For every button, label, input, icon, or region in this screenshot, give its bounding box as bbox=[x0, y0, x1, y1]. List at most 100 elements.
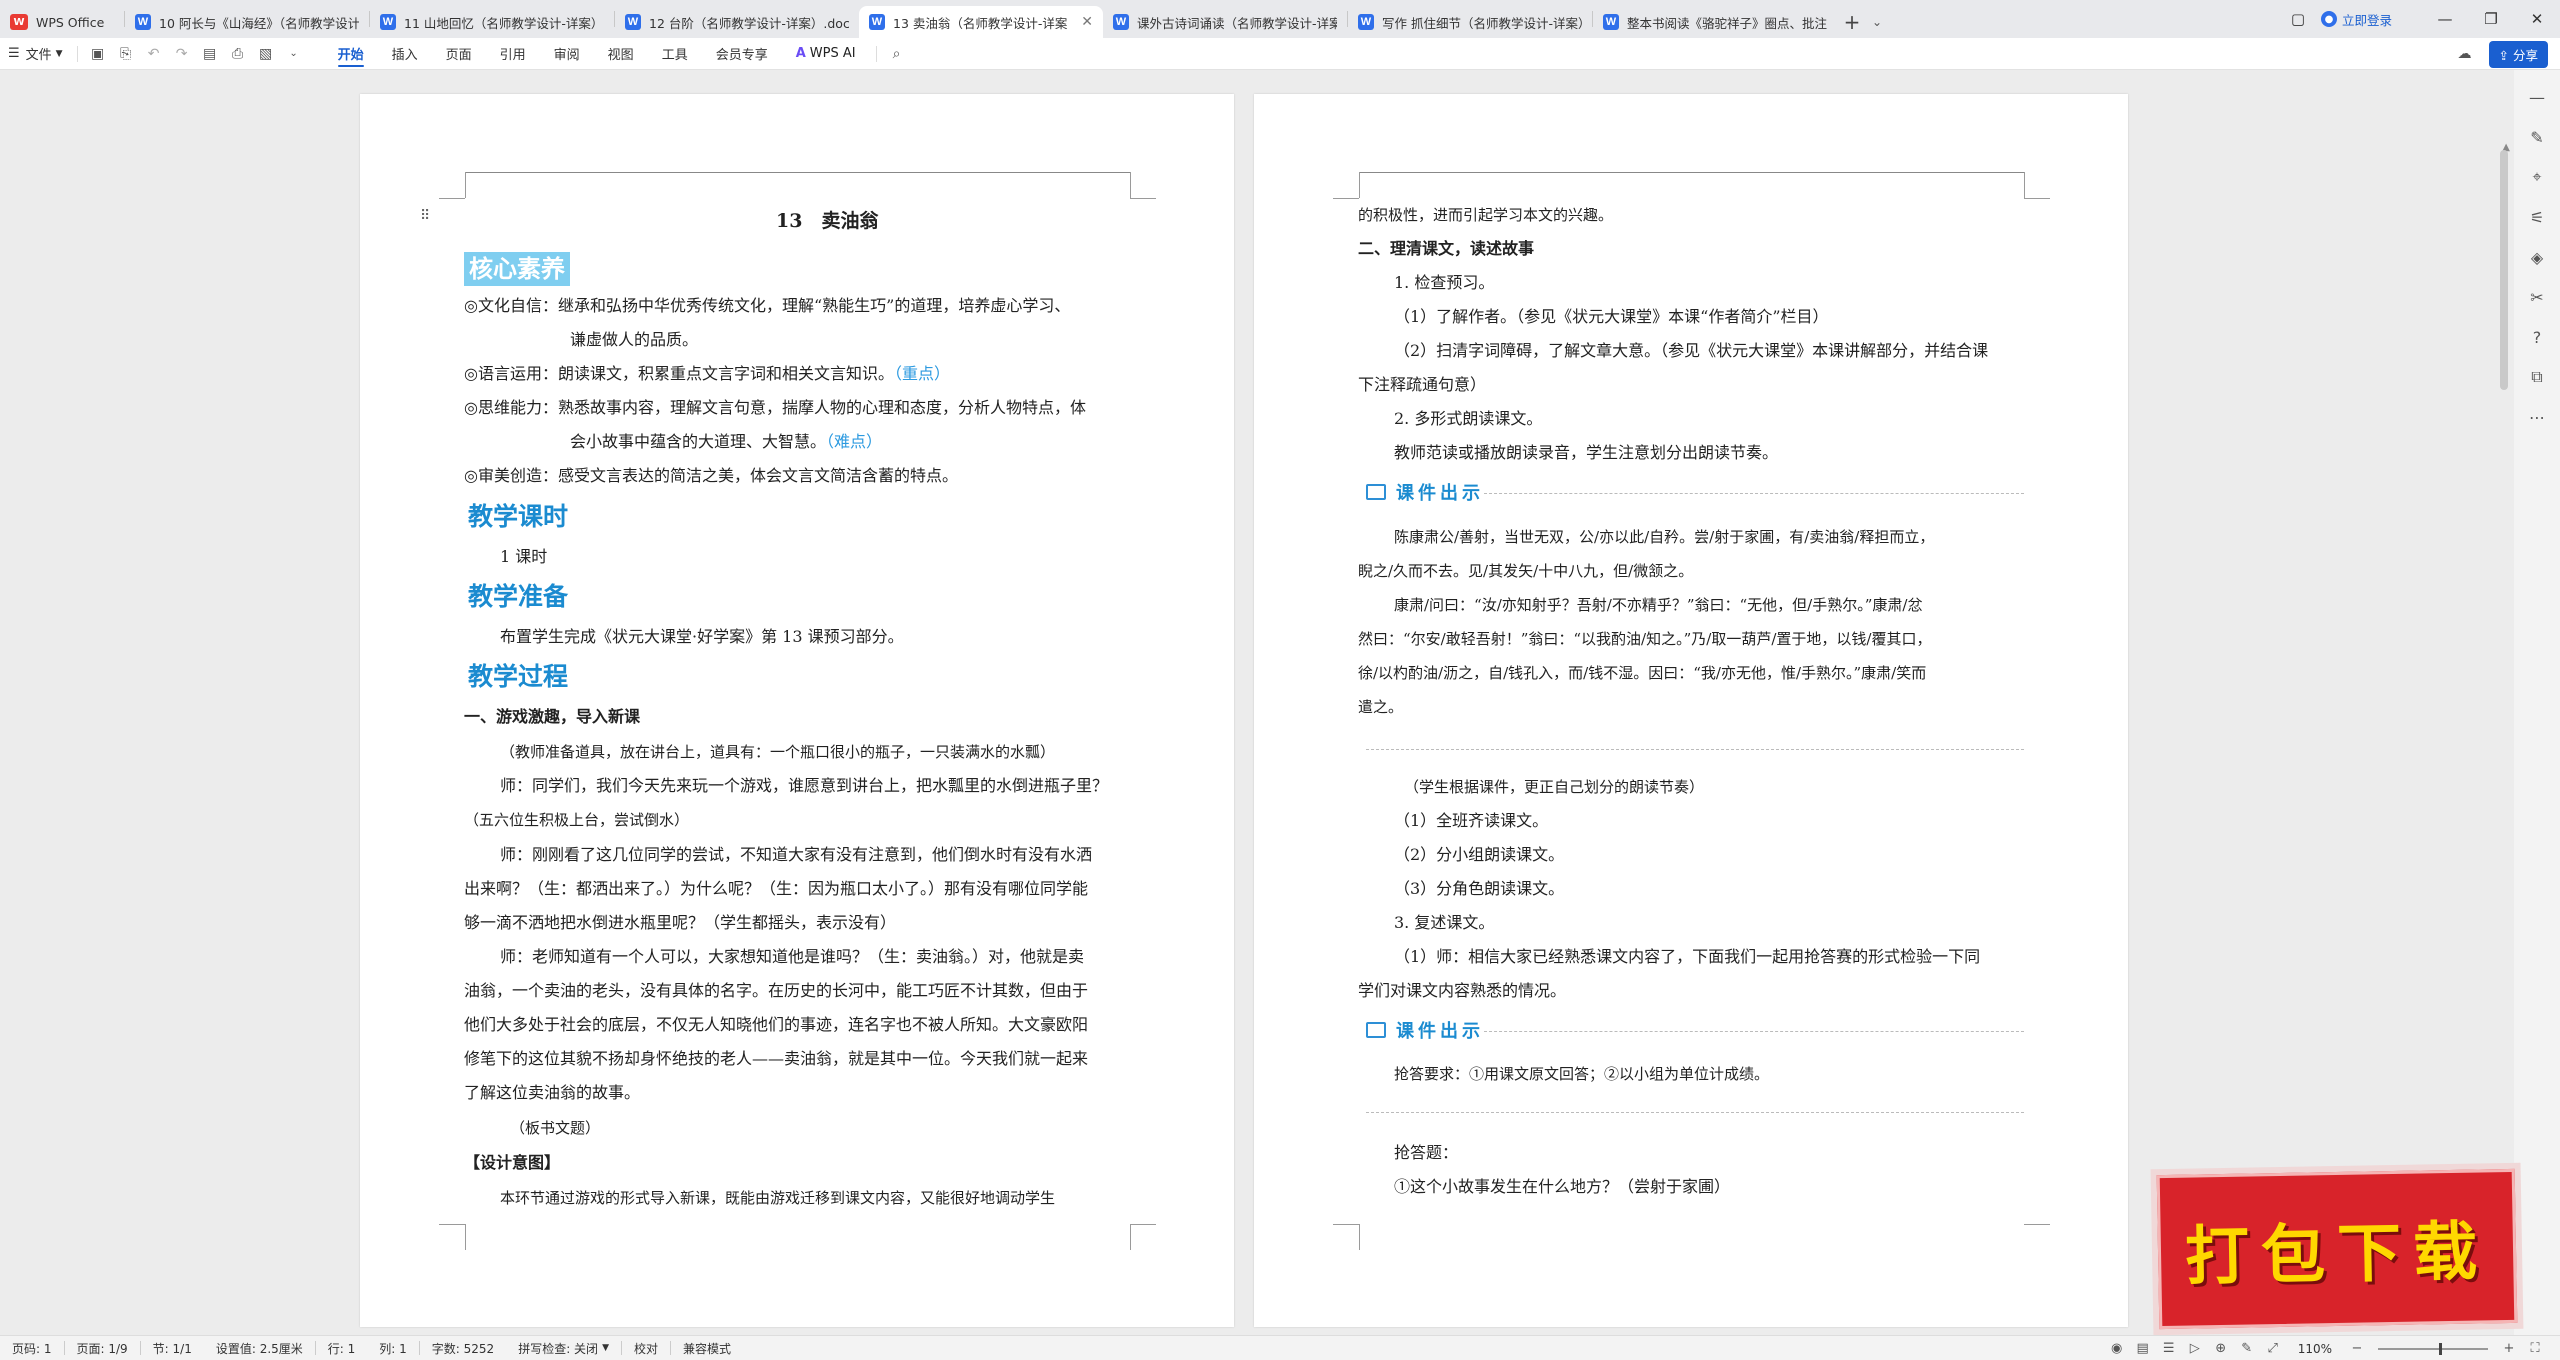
step-1-title: 一、游戏激趣，导入新课 bbox=[464, 707, 641, 726]
wps-ai-button[interactable]: A WPS AI bbox=[782, 46, 870, 61]
paragraph-4e: 了解这位卖油翁的故事。 bbox=[464, 1083, 641, 1102]
download-badge[interactable]: 打包下载 bbox=[2156, 1168, 2518, 1330]
share-button[interactable]: ⇪ 分享 bbox=[2488, 40, 2548, 68]
menu-tab-4[interactable]: 审阅 bbox=[540, 38, 594, 70]
quiz-rules: 抢答要求：①用课文原文回答；②以小组为单位计成绩。 bbox=[1394, 1065, 1770, 1083]
wps-ai-icon: A bbox=[795, 46, 806, 61]
outline-view-icon[interactable]: ☰ bbox=[2156, 1341, 2182, 1356]
write-mode-icon[interactable]: ✎ bbox=[2234, 1341, 2260, 1356]
status-compat-mode: 兼容模式 bbox=[683, 1341, 732, 1356]
format-painter-icon[interactable]: ⎘ bbox=[112, 38, 140, 70]
cloud-sync-icon[interactable]: ☁ bbox=[2451, 38, 2479, 70]
undo-icon[interactable]: ↶ bbox=[140, 38, 168, 70]
redo-icon[interactable]: ↷ bbox=[168, 38, 196, 70]
adjust-icon[interactable]: ⚟ bbox=[2522, 202, 2552, 232]
zoom-in-icon[interactable]: + bbox=[2496, 1341, 2522, 1356]
status-row[interactable]: 行: 1 bbox=[316, 1340, 368, 1357]
status-col[interactable]: 列: 1 bbox=[367, 1340, 419, 1357]
document-page-2[interactable]: 的积极性，进而引起学习本文的兴趣。 二、理清课文，读述故事 1. 检查预习。 （… bbox=[1254, 94, 2128, 1327]
menu-tab-7[interactable]: 会员专享 bbox=[702, 38, 782, 70]
w-doc-icon: W bbox=[380, 14, 396, 30]
close-tab-icon[interactable]: ✕ bbox=[1081, 14, 1093, 30]
zoom-slider-knob[interactable] bbox=[2438, 1342, 2442, 1355]
file-menu[interactable]: ☰ 文件 ▼ bbox=[0, 38, 71, 70]
login-button[interactable]: ● 立即登录 bbox=[2320, 10, 2392, 29]
paragraph-r12a: （1）师：相信大家已经熟悉课文内容了，下面我们一起用抢答赛的形式检验一下同 bbox=[1394, 947, 1981, 966]
vertical-scrollbar[interactable] bbox=[2500, 150, 2508, 390]
status-page[interactable]: 页面: 1/9 bbox=[65, 1340, 140, 1357]
search-icon[interactable]: ⌕ bbox=[883, 38, 911, 70]
paragraph-r3: （1）了解作者。（参见《状元大课堂》本课“作者简介”栏目） bbox=[1394, 307, 1829, 326]
margin-corner bbox=[465, 172, 466, 198]
tab-6[interactable]: W 写作 抓住细节（名师教学设计-详案） bbox=[1348, 6, 1592, 38]
layout-icon[interactable]: ▢ bbox=[2275, 0, 2321, 38]
menu-tab-3[interactable]: 引用 bbox=[486, 38, 540, 70]
document-canvas[interactable]: 13 卖油翁 核心素养 ◎文化自信：继承和弘扬中华优秀传统文化，理解“熟能生巧”… bbox=[0, 70, 2560, 1335]
minimize-icon[interactable]: — bbox=[2422, 0, 2468, 38]
drag-handle-icon[interactable]: ⠿ bbox=[420, 208, 430, 224]
read-mode-icon[interactable]: ▷ bbox=[2182, 1341, 2208, 1356]
tab-4[interactable]: W 13 卖油翁（名师教学设计-详案 ✕ bbox=[859, 6, 1103, 38]
user-avatar-icon: ● bbox=[2320, 11, 2337, 27]
tab-label: 11 山地回忆（名师教学设计-详案）.d bbox=[404, 15, 604, 31]
status-page-code[interactable]: 页码: 1 bbox=[0, 1340, 64, 1357]
tab-list-chevron-icon[interactable]: ⌄ bbox=[1867, 6, 1887, 38]
paragraph-r11: 3. 复述课文。 bbox=[1394, 913, 1495, 932]
web-view-icon[interactable]: ⊕ bbox=[2208, 1341, 2234, 1356]
help-icon[interactable]: ? bbox=[2522, 322, 2552, 352]
status-proofread[interactable]: 校对 bbox=[622, 1340, 670, 1357]
menu-tab-2[interactable]: 页面 bbox=[432, 38, 486, 70]
paragraph-3b: 出来啊？（生：都洒出来了。）为什么呢？（生：因为瓶口太小了。）那有没有哪位同学能 bbox=[464, 879, 1089, 898]
new-tab-icon[interactable]: + bbox=[1837, 6, 1867, 38]
status-word-count[interactable]: 字数: 5252 bbox=[420, 1340, 506, 1357]
collapse-icon[interactable]: — bbox=[2522, 82, 2552, 112]
tab-2[interactable]: W 11 山地回忆（名师教学设计-详案）.d bbox=[370, 6, 614, 38]
print-icon[interactable]: ⎙ bbox=[224, 38, 252, 70]
ai-assistant-icon[interactable]: ◈ bbox=[2522, 242, 2552, 272]
menu-tab-0[interactable]: 开始 bbox=[324, 38, 378, 70]
export-pdf-icon[interactable]: ▤ bbox=[196, 38, 224, 70]
fullscreen-icon[interactable]: ⛶ bbox=[2522, 1341, 2548, 1356]
zoom-out-icon[interactable]: − bbox=[2344, 1341, 2370, 1356]
core-item-language-text: ◎语言运用：朗读课文，积累重点文言字词和相关文言知识。 bbox=[464, 364, 894, 383]
save-icon[interactable]: ▣ bbox=[84, 38, 112, 70]
share-doc-icon[interactable]: ⧉ bbox=[2522, 362, 2552, 392]
classical-text-2d: 遣之。 bbox=[1358, 698, 1404, 716]
close-window-icon[interactable]: ✕ bbox=[2514, 0, 2560, 38]
tab-1[interactable]: W 10 阿长与《山海经》（名师教学设计 bbox=[125, 6, 369, 38]
select-icon[interactable]: ⌖ bbox=[2522, 162, 2552, 192]
zoom-slider[interactable] bbox=[2378, 1342, 2488, 1355]
margin-corner bbox=[1130, 172, 1131, 198]
share-icon: ⇪ bbox=[2498, 47, 2513, 63]
tab-label: 整本书阅读《骆驼祥子》圈点、批注 bbox=[1627, 15, 1827, 31]
fit-page-icon[interactable]: ⤢ bbox=[2260, 1341, 2286, 1356]
document-page-1[interactable]: 13 卖油翁 核心素养 ◎文化自信：继承和弘扬中华优秀传统文化，理解“熟能生巧”… bbox=[360, 94, 1234, 1327]
paragraph-r10: （3）分角色朗读课文。 bbox=[1394, 879, 1565, 898]
menu-tab-1[interactable]: 插入 bbox=[378, 38, 432, 70]
status-spell-check[interactable]: 拼写检查: 关闭 ▼ bbox=[506, 1340, 621, 1357]
tab-label: 13 卖油翁（名师教学设计-详案 bbox=[893, 15, 1068, 31]
menu-tab-6[interactable]: 工具 bbox=[648, 38, 702, 70]
restore-icon[interactable]: ❐ bbox=[2468, 0, 2514, 38]
status-setting[interactable]: 设置值: 2.5厘米 bbox=[204, 1340, 315, 1357]
menu-tab-5[interactable]: 视图 bbox=[594, 38, 648, 70]
more-icon[interactable]: ⋯ bbox=[2522, 402, 2552, 432]
page-view-icon[interactable]: ▤ bbox=[2130, 1341, 2156, 1356]
tab-7[interactable]: W 整本书阅读《骆驼祥子》圈点、批注 bbox=[1593, 6, 1837, 38]
tab-5[interactable]: W 课外古诗词诵读（名师教学设计-详案 bbox=[1103, 6, 1347, 38]
zoom-level[interactable]: 110% bbox=[2286, 1342, 2344, 1356]
tools-icon[interactable]: ✂ bbox=[2522, 282, 2552, 312]
status-section[interactable]: 节: 1/1 bbox=[141, 1340, 204, 1357]
tab-0[interactable]: W WPS Office bbox=[0, 6, 124, 38]
classical-text-1a: 陈康肃公/善射，当世无双，公/亦以此/自矜。尝/射于家圃，有/卖油翁/释担而立， bbox=[1394, 528, 1935, 546]
edit-icon[interactable]: ✎ bbox=[2522, 122, 2552, 152]
paragraph-2a: 师：同学们，我们今天先来玩一个游戏，谁愿意到讲台上，把水瓢里的水倒进瓶子里？ bbox=[500, 776, 1109, 795]
core-item-thinking-cont-text: 会小故事中蕴含的大道理、大智慧。 bbox=[570, 432, 827, 451]
eye-protection-icon[interactable]: ◉ bbox=[2104, 1341, 2130, 1356]
margin-corner bbox=[2024, 1224, 2050, 1225]
tab-3[interactable]: W 12 台阶（名师教学设计-详案）.doc bbox=[615, 6, 859, 38]
image-icon[interactable]: ▧ bbox=[252, 38, 280, 70]
more-chevron-icon[interactable]: ⌄ bbox=[280, 38, 308, 70]
core-item-language: ◎语言运用：朗读课文，积累重点文言字词和相关文言知识。（重点） bbox=[464, 357, 950, 391]
margin-corner bbox=[439, 198, 465, 199]
